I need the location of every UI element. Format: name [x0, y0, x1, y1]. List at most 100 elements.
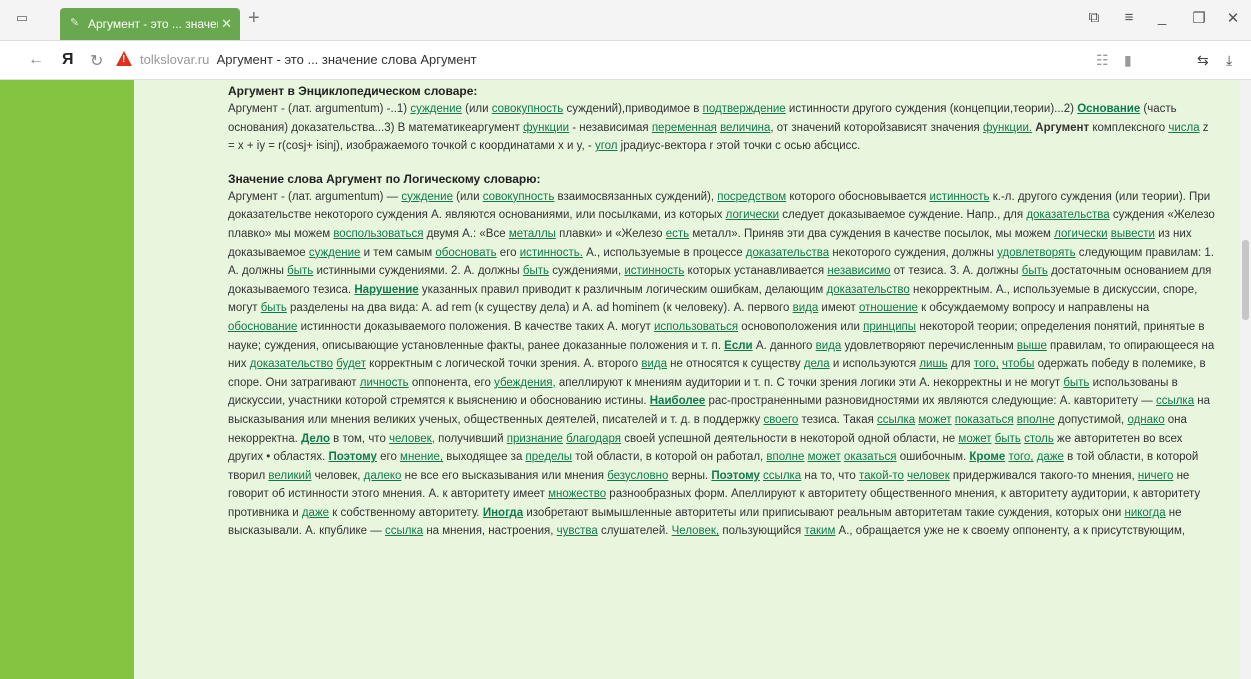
dictionary-link[interactable]: даже	[1037, 451, 1064, 463]
dictionary-link[interactable]: доказательства	[1026, 209, 1109, 221]
dictionary-link[interactable]: чувства	[557, 525, 598, 537]
dictionary-link[interactable]: вывести	[1111, 228, 1155, 240]
dictionary-link[interactable]: Наиболее	[650, 395, 706, 407]
menu-icon[interactable]: ≡	[1120, 9, 1138, 26]
dictionary-link[interactable]: функции	[523, 122, 569, 134]
download-icon[interactable]: ⤓	[1226, 52, 1232, 69]
dictionary-link[interactable]: использоваться	[654, 321, 738, 333]
dictionary-link[interactable]: металлы	[509, 228, 556, 240]
dictionary-link[interactable]: величина	[720, 122, 770, 134]
dictionary-link[interactable]: доказательства	[746, 247, 829, 259]
dictionary-link[interactable]: великий	[268, 470, 311, 482]
dictionary-link[interactable]: Поэтому	[328, 451, 376, 463]
url-field[interactable]: tolkslovar.ru Аргумент - это ... значени…	[140, 52, 477, 67]
dictionary-link[interactable]: Человек,	[672, 525, 720, 537]
dictionary-link[interactable]: посредством	[717, 191, 786, 203]
dictionary-link[interactable]: множество	[548, 488, 606, 500]
dictionary-link[interactable]: ссылка	[1156, 395, 1194, 407]
dictionary-link[interactable]: того,	[1008, 451, 1033, 463]
tabs-icon[interactable]: ▭	[14, 11, 30, 25]
tab-active[interactable]: ✎ Аргумент - это ... значен ✕	[60, 8, 240, 40]
dictionary-link[interactable]: логически	[1054, 228, 1107, 240]
dictionary-link[interactable]: совокупность	[483, 191, 555, 203]
dictionary-link[interactable]: даже	[302, 507, 329, 519]
dictionary-link[interactable]: Поэтому	[711, 470, 759, 482]
dictionary-link[interactable]: безусловно	[607, 470, 668, 482]
dictionary-link[interactable]: быть	[1063, 377, 1089, 389]
dictionary-link[interactable]: быть	[995, 433, 1021, 445]
dictionary-link[interactable]: быть	[523, 265, 549, 277]
dictionary-link[interactable]: быть	[261, 302, 287, 314]
close-icon[interactable]: ✕	[221, 16, 232, 32]
dictionary-link[interactable]: может	[918, 414, 951, 426]
yandex-logo-icon[interactable]: Я	[62, 51, 74, 69]
new-tab-icon[interactable]: +	[248, 7, 260, 30]
translate-icon[interactable]: ⇆	[1197, 52, 1209, 69]
dictionary-link[interactable]: благодаря	[566, 433, 621, 445]
dictionary-link[interactable]: вида	[793, 302, 819, 314]
dictionary-link[interactable]: далеко	[364, 470, 402, 482]
reader-icon[interactable]: ☷	[1096, 52, 1109, 69]
dictionary-link[interactable]: отношение	[859, 302, 918, 314]
dictionary-link[interactable]: того,	[974, 358, 999, 370]
dictionary-link[interactable]: переменная	[652, 122, 717, 134]
dictionary-link[interactable]: убеждения,	[494, 377, 556, 389]
dictionary-link[interactable]: пределы	[526, 451, 572, 463]
reload-icon[interactable]: ↻	[90, 51, 103, 71]
bookmark-page-icon[interactable]: ▮	[1124, 52, 1132, 69]
scrollbar-thumb[interactable]	[1242, 240, 1249, 320]
dictionary-link[interactable]: никогда	[1124, 507, 1165, 519]
dictionary-link[interactable]: истинность	[930, 191, 990, 203]
dictionary-link[interactable]: ссылка	[763, 470, 801, 482]
dictionary-link[interactable]: суждение	[309, 247, 361, 259]
dictionary-link[interactable]: Дело	[301, 433, 330, 445]
dictionary-link[interactable]: суждение	[401, 191, 453, 203]
dictionary-link[interactable]: вполне	[1017, 414, 1055, 426]
dictionary-link[interactable]: дела	[804, 358, 830, 370]
dictionary-link[interactable]: доказательство	[250, 358, 333, 370]
dictionary-link[interactable]: независимо	[827, 265, 890, 277]
dictionary-link[interactable]: Кроме	[969, 451, 1005, 463]
dictionary-link[interactable]: будет	[336, 358, 366, 370]
dictionary-link[interactable]: есть	[666, 228, 689, 240]
dictionary-link[interactable]: быть	[287, 265, 313, 277]
restore-icon[interactable]: ❐	[1190, 9, 1208, 27]
dictionary-link[interactable]: своего	[763, 414, 798, 426]
dictionary-link[interactable]: ничего	[1138, 470, 1174, 482]
dictionary-link[interactable]: истинность	[624, 265, 684, 277]
dictionary-link[interactable]: однако	[1127, 414, 1164, 426]
dictionary-link[interactable]: ссылка	[385, 525, 423, 537]
close-window-icon[interactable]: ✕	[1224, 9, 1242, 27]
dictionary-link[interactable]: вида	[816, 340, 842, 352]
dictionary-link[interactable]: обоснование	[228, 321, 297, 333]
dictionary-link[interactable]: личность	[360, 377, 409, 389]
dictionary-link[interactable]: быть	[1022, 265, 1048, 277]
dictionary-link[interactable]: такой-то	[859, 470, 904, 482]
dictionary-link[interactable]: таким	[804, 525, 835, 537]
bookmark-icon[interactable]: ⧉	[1085, 9, 1103, 26]
dictionary-link[interactable]: вида	[641, 358, 667, 370]
dictionary-link[interactable]: может	[958, 433, 991, 445]
dictionary-link[interactable]: совокупность	[492, 103, 564, 115]
dictionary-link[interactable]: Основание	[1077, 103, 1140, 115]
dictionary-link[interactable]: логически	[726, 209, 779, 221]
dictionary-link[interactable]: удовлетворять	[997, 247, 1075, 259]
dictionary-link[interactable]: лишь	[919, 358, 947, 370]
scrollbar[interactable]	[1240, 80, 1251, 679]
dictionary-link[interactable]: Иногда	[483, 507, 523, 519]
dictionary-link[interactable]: угол	[595, 140, 618, 152]
dictionary-link[interactable]: оказаться	[844, 451, 897, 463]
dictionary-link[interactable]: принципы	[863, 321, 916, 333]
dictionary-link[interactable]: человек,	[389, 433, 435, 445]
dictionary-link[interactable]: подтверждение	[703, 103, 786, 115]
minimize-icon[interactable]: _	[1153, 9, 1171, 26]
dictionary-link[interactable]: доказательство	[826, 284, 909, 296]
dictionary-link[interactable]: выше	[1017, 340, 1047, 352]
dictionary-link[interactable]: числа	[1168, 122, 1199, 134]
dictionary-link[interactable]: Если	[724, 340, 752, 352]
dictionary-link[interactable]: столь	[1024, 433, 1054, 445]
back-icon[interactable]: ←	[28, 51, 44, 69]
dictionary-link[interactable]: может	[808, 451, 841, 463]
dictionary-link[interactable]: показаться	[955, 414, 1014, 426]
dictionary-link[interactable]: мнение,	[400, 451, 443, 463]
